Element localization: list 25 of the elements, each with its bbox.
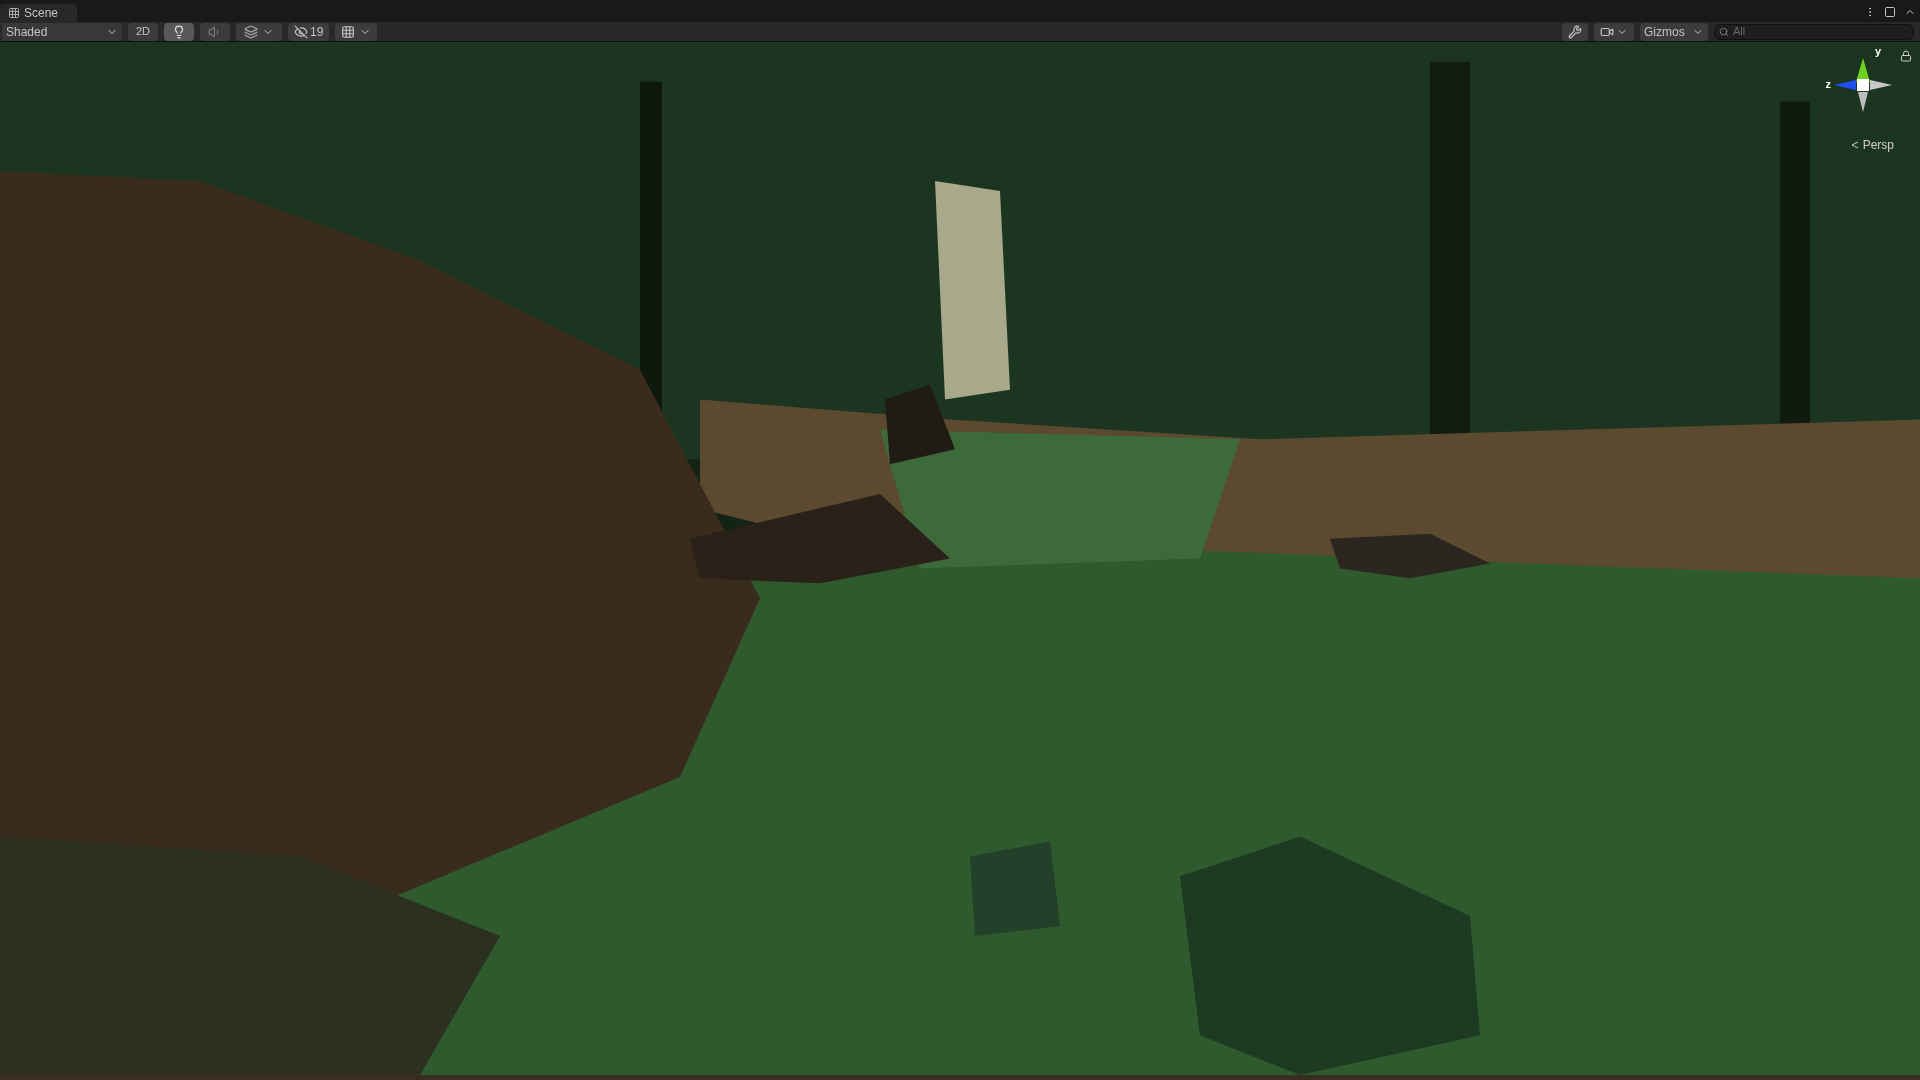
tools-button[interactable] (1562, 22, 1588, 41)
tools-icon (1568, 24, 1582, 39)
search-icon (1719, 26, 1729, 37)
hidden-objects-button[interactable]: 19 (288, 22, 330, 41)
gizmos-dropdown[interactable]: Gizmos (1640, 22, 1708, 41)
axis-label: z (1825, 77, 1831, 92)
grid-button[interactable] (335, 22, 378, 41)
draw-mode-dropdown[interactable]: Shaded (2, 22, 122, 41)
search-field[interactable]: All (1714, 23, 1914, 40)
maximize-icon[interactable] (1884, 6, 1896, 18)
2d-toggle[interactable]: 2D (128, 22, 159, 41)
effects-toggle[interactable] (236, 22, 283, 41)
lock-icon[interactable] (1900, 50, 1912, 62)
grid-icon (341, 24, 356, 39)
chevron-left-icon (1850, 141, 1859, 149)
projection-label[interactable]: Persp (1862, 136, 1894, 154)
audio-toggle[interactable] (200, 22, 231, 41)
hidden-eye-icon (294, 24, 309, 39)
scene-tab[interactable]: Scene (0, 4, 77, 22)
tab-title: Scene (24, 5, 59, 22)
lighting-toggle[interactable] (164, 22, 195, 41)
camera-button[interactable] (1594, 22, 1634, 41)
axis-label: y (1874, 44, 1881, 59)
grid-icon (8, 7, 20, 19)
layers-icon (244, 24, 259, 39)
